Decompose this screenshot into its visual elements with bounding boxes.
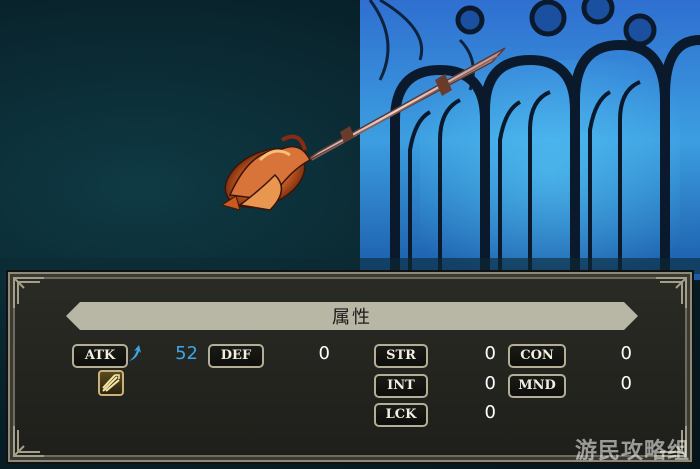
up-arrow-icon [129, 345, 141, 361]
stat-label-mnd: MND [508, 374, 566, 398]
stat-label-str: STR [374, 344, 428, 368]
stat-value-mnd: 0 [620, 373, 632, 394]
stat-label-lck: LCK [374, 403, 428, 427]
stat-value-con: 0 [620, 343, 632, 364]
stat-label-atk: ATK [72, 344, 128, 368]
corner-ornament-icon [656, 277, 687, 308]
stat-value-atk: 52 [175, 343, 198, 364]
corner-ornament-icon [13, 426, 44, 457]
corner-ornament-icon [13, 277, 44, 308]
slash-attack-icon [98, 370, 124, 396]
stat-value-int: 0 [484, 373, 496, 394]
panel-title-bar: 属性 [66, 302, 638, 330]
panel-title: 属性 [332, 307, 372, 328]
stat-value-def: 0 [318, 343, 330, 364]
stat-value-str: 0 [484, 343, 496, 364]
stat-label-con: CON [508, 344, 566, 368]
stat-value-lck: 0 [484, 402, 496, 423]
stat-label-int: INT [374, 374, 428, 398]
stat-label-def: DEF [208, 344, 264, 368]
site-watermark: 游民攻略组 [574, 439, 690, 464]
